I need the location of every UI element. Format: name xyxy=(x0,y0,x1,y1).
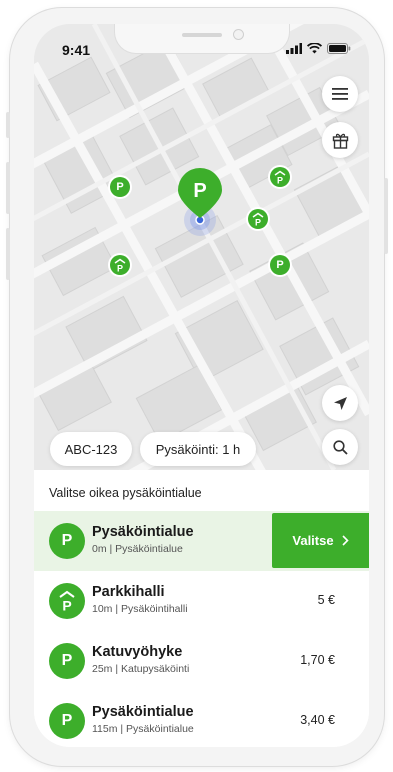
parking-icon: P xyxy=(49,523,85,559)
sheet-title: Valitse oikea pysäköintialue xyxy=(49,486,202,500)
power-button xyxy=(384,178,388,254)
navigation-arrow-icon xyxy=(333,396,347,410)
list-item[interactable]: P Parkkihalli 10m | Pysäköintihalli 5 € xyxy=(34,571,369,631)
wifi-icon xyxy=(307,43,322,54)
status-time: 9:41 xyxy=(62,42,91,58)
zone-name: Parkkihalli xyxy=(92,584,165,600)
gift-button[interactable] xyxy=(322,122,358,158)
parking-zone-sheet: Valitse oikea pysäköintialue P Pysäköint… xyxy=(34,470,369,747)
front-camera xyxy=(233,29,244,40)
license-plate-chip[interactable]: ABC-123 xyxy=(50,432,132,466)
signal-icon xyxy=(286,43,302,54)
zone-details: 0m | Pysäköintialue xyxy=(92,543,183,555)
device-notch xyxy=(114,24,290,54)
mute-switch xyxy=(6,112,10,138)
svg-text:P: P xyxy=(62,598,71,613)
chevron-right-icon xyxy=(342,535,349,546)
map-view[interactable]: 9:41 P P P P P P ABC-123 Pysäköinti: 1 h xyxy=(34,24,369,470)
parking-icon: P xyxy=(49,703,85,739)
speaker-grille xyxy=(182,33,222,37)
parking-garage-icon: P xyxy=(274,170,286,184)
zone-details: 25m | Katupysäköinti xyxy=(92,663,190,675)
zone-name: Pysäköintialue xyxy=(92,704,194,720)
volume-up-button xyxy=(6,162,10,214)
battery-icon xyxy=(327,43,351,54)
parking-marker[interactable]: P xyxy=(270,255,290,275)
zone-details: 10m | Pysäköintihalli xyxy=(92,603,188,615)
search-icon xyxy=(332,439,348,455)
selected-pin-label: P xyxy=(193,180,207,202)
parking-garage-marker[interactable]: P xyxy=(110,255,130,275)
zone-name: Pysäköintialue xyxy=(92,524,194,540)
svg-text:P: P xyxy=(277,176,283,185)
svg-text:P: P xyxy=(255,218,261,227)
parking-marker[interactable]: P xyxy=(110,177,130,197)
volume-down-button xyxy=(6,228,10,280)
menu-button[interactable] xyxy=(322,76,358,112)
parking-garage-icon: P xyxy=(252,212,264,226)
search-button[interactable] xyxy=(322,429,358,465)
menu-icon xyxy=(332,88,348,100)
list-item[interactable]: P Pysäköintialue 115m | Pysäköintialue 3… xyxy=(34,691,369,747)
list-item[interactable]: P Katuvyöhyke 25m | Katupysäköinti 1,70 … xyxy=(34,631,369,691)
zone-details: 115m | Pysäköintialue xyxy=(92,723,194,735)
zone-price: 1,70 € xyxy=(300,653,335,667)
gift-icon xyxy=(332,133,348,149)
svg-text:P: P xyxy=(117,264,123,273)
zone-price: 3,40 € xyxy=(300,713,335,727)
parking-garage-icon: P xyxy=(114,258,126,272)
parking-duration-chip[interactable]: Pysäköinti: 1 h xyxy=(140,432,256,466)
zone-price: 5 € xyxy=(317,593,335,607)
list-item[interactable]: P Pysäköintialue 0m | Pysäköintialue Val… xyxy=(34,511,369,571)
select-button[interactable]: Valitse xyxy=(272,513,369,568)
parking-garage-marker[interactable]: P xyxy=(270,167,290,187)
parking-garage-icon: P xyxy=(49,583,85,619)
parking-garage-marker[interactable]: P xyxy=(248,209,268,229)
locate-me-button[interactable] xyxy=(322,385,358,421)
parking-icon: P xyxy=(49,643,85,679)
zone-name: Katuvyöhyke xyxy=(92,644,183,660)
app-screen: 9:41 P P P P P P ABC-123 Pysäköinti: 1 h… xyxy=(34,24,369,747)
status-icons xyxy=(286,43,351,54)
